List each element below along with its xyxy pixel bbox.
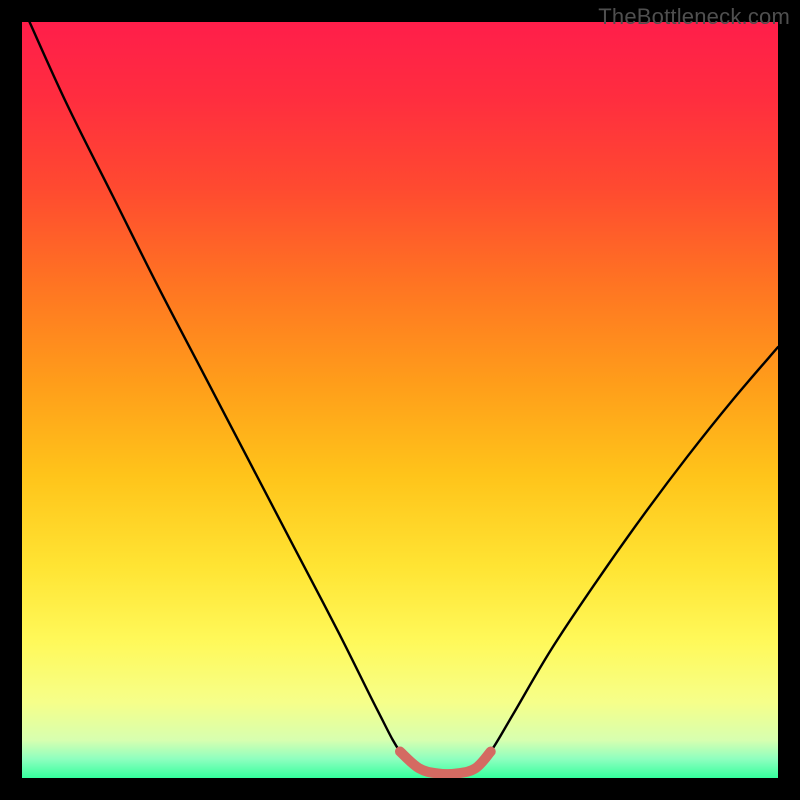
chart-frame: TheBottleneck.com (0, 0, 800, 800)
plot-area (22, 22, 778, 778)
bottleneck-chart (22, 22, 778, 778)
watermark-text: TheBottleneck.com (598, 4, 790, 30)
gradient-background (22, 22, 778, 778)
